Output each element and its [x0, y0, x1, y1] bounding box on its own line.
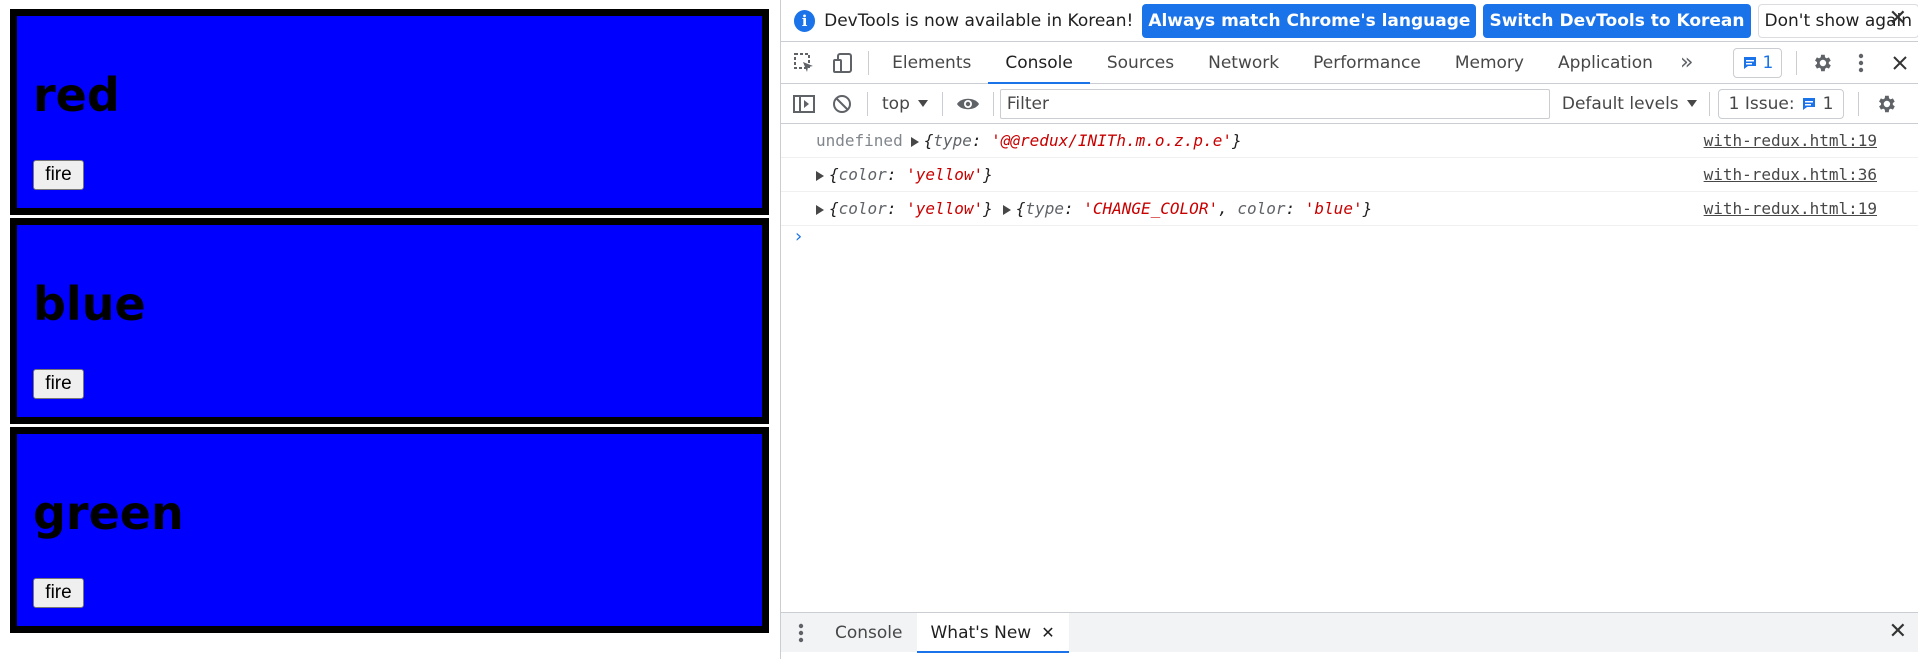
issues-badge[interactable]: 1 — [1733, 47, 1783, 78]
tab-elements[interactable]: Elements — [875, 42, 988, 84]
console-filterbar: top Default levels 1 Issue: 1 — [781, 84, 1918, 124]
drawer-tab-console[interactable]: Console — [821, 613, 917, 653]
object-value: 'yellow' — [906, 165, 984, 184]
console-message: {color: 'yellow'} with-redux.html:36 — [781, 158, 1918, 192]
box-heading: blue — [33, 277, 146, 331]
object-value: 'CHANGE_COLOR' — [1083, 199, 1219, 218]
color-box-green: green fire — [10, 427, 769, 633]
dropdown-arrow-icon — [917, 99, 928, 107]
close-tab-icon[interactable]: ✕ — [1041, 613, 1054, 653]
object-key: color — [838, 199, 887, 218]
fire-button[interactable]: fire — [33, 160, 84, 190]
object-preview[interactable]: {color: 'yellow'} — [816, 165, 993, 184]
close-devtools-icon[interactable] — [1880, 42, 1918, 84]
object-value: 'blue' — [1304, 199, 1363, 218]
devtools-tabbar: Elements Console Sources Network Perform… — [781, 41, 1918, 84]
drawer-tab-label: Console — [835, 622, 903, 643]
object-preview[interactable]: {type: '@@redux/INITh.m.o.z.p.e'} — [910, 131, 1242, 150]
tab-sources[interactable]: Sources — [1090, 42, 1191, 84]
info-icon: i — [794, 9, 816, 32]
object-value: 'yellow' — [906, 199, 984, 218]
source-link[interactable]: with-redux.html:36 — [1704, 165, 1877, 184]
object-preview[interactable]: {color: 'yellow'} — [816, 199, 993, 218]
drawer-tab-whats-new[interactable]: What's New ✕ — [916, 612, 1069, 653]
source-link[interactable]: with-redux.html:19 — [1704, 199, 1877, 218]
live-expression-eye-icon[interactable] — [949, 83, 987, 125]
object-key: type — [1025, 199, 1064, 218]
console-message: undefined {type: '@@redux/INITh.m.o.z.p.… — [781, 124, 1918, 158]
context-selector[interactable]: top — [874, 94, 936, 114]
bottom-drawer: Console What's New ✕ ✕ — [781, 612, 1918, 654]
object-key: type — [933, 131, 972, 150]
object-preview[interactable]: {type: 'CHANGE_COLOR', color: 'blue'} — [1002, 199, 1372, 218]
context-label: top — [882, 93, 910, 114]
kebab-menu-icon[interactable] — [1842, 42, 1881, 84]
device-toolbar-icon[interactable] — [824, 42, 863, 84]
inspect-element-icon[interactable] — [785, 42, 824, 84]
settings-gear-icon[interactable] — [1803, 42, 1842, 84]
close-icon[interactable]: ✕ — [1889, 6, 1907, 31]
issues-badge-count: 1 — [1762, 52, 1774, 73]
divider — [992, 91, 994, 116]
divider — [1708, 91, 1710, 116]
object-key: color — [1237, 199, 1286, 218]
tab-memory[interactable]: Memory — [1438, 42, 1541, 84]
match-language-button[interactable]: Always match Chrome's language — [1142, 3, 1477, 38]
log-levels-dropdown[interactable]: Default levels — [1562, 94, 1697, 114]
issues-count: 1 — [1822, 93, 1834, 114]
sidebar-toggle-icon[interactable] — [785, 83, 823, 125]
message-icon — [1744, 56, 1757, 69]
drawer-menu-icon[interactable] — [781, 612, 821, 654]
message-icon — [1802, 97, 1815, 110]
object-value: '@@redux/INITh.m.o.z.p.e' — [991, 131, 1232, 150]
fire-button[interactable]: fire — [33, 578, 84, 608]
issues-counter[interactable]: 1 Issue: 1 — [1717, 88, 1845, 119]
expand-triangle-icon[interactable] — [816, 170, 824, 181]
color-box-red: red fire — [10, 9, 769, 215]
page-viewport: red fire blue fire green fire — [0, 0, 780, 659]
source-link[interactable]: with-redux.html:19 — [1704, 131, 1877, 150]
tab-application[interactable]: Application — [1541, 42, 1670, 84]
issues-label: 1 Issue: — [1728, 93, 1795, 114]
box-heading: green — [33, 486, 184, 540]
divider — [941, 91, 943, 116]
console-settings-gear-icon[interactable] — [1865, 83, 1907, 125]
box-heading: red — [33, 68, 120, 122]
divider — [867, 91, 868, 116]
undefined-value: undefined — [816, 131, 903, 150]
divider — [1796, 50, 1798, 75]
drawer-tab-label: What's New — [930, 622, 1032, 643]
tab-performance[interactable]: Performance — [1296, 42, 1438, 84]
expand-triangle-icon[interactable] — [910, 136, 919, 147]
console-output: undefined {type: '@@redux/INITh.m.o.z.p.… — [781, 124, 1918, 612]
console-message: {color: 'yellow'} {type: 'CHANGE_COLOR',… — [781, 192, 1918, 226]
tab-network[interactable]: Network — [1191, 42, 1296, 84]
tab-console[interactable]: Console — [988, 42, 1090, 84]
levels-label: Default levels — [1561, 93, 1679, 114]
divider — [1858, 91, 1860, 116]
filter-input[interactable] — [999, 88, 1550, 119]
infobar-message: DevTools is now available in Korean! — [824, 10, 1134, 31]
close-drawer-icon[interactable]: ✕ — [1889, 619, 1907, 644]
expand-triangle-icon[interactable] — [1002, 204, 1011, 215]
console-prompt-icon[interactable]: › — [795, 226, 802, 247]
divider — [868, 50, 870, 75]
devtools-panel: i DevTools is now available in Korean! A… — [780, 0, 1918, 659]
screen: red fire blue fire green fire i DevTools… — [0, 0, 1918, 659]
switch-korean-button[interactable]: Switch DevTools to Korean — [1483, 3, 1751, 38]
dropdown-arrow-icon — [1686, 99, 1697, 107]
clear-console-icon[interactable] — [823, 83, 861, 125]
more-tabs-icon[interactable]: » — [1670, 50, 1703, 75]
color-box-blue: blue fire — [10, 218, 769, 424]
fire-button[interactable]: fire — [33, 369, 84, 399]
object-key: color — [838, 165, 887, 184]
language-infobar: i DevTools is now available in Korean! A… — [781, 0, 1918, 41]
expand-triangle-icon[interactable] — [816, 204, 824, 215]
